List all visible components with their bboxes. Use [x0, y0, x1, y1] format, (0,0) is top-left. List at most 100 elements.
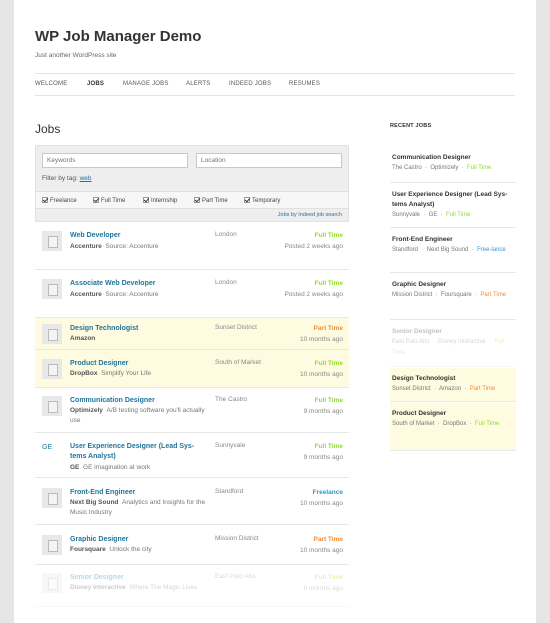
job-filters: Filter by tag: web Freelance Full Time I… [35, 145, 349, 222]
job-location: East Palo Alto [215, 573, 256, 580]
recent-job-title[interactable]: Communication Designer [392, 153, 514, 163]
tag-web-link[interactable]: web [80, 175, 92, 182]
recent-job-meta: The Castro · Optimizely · Full Time [392, 165, 492, 171]
job-meta: Full Time 9 months ago [304, 572, 343, 594]
company: DropBox Simplify Your Life [70, 370, 151, 377]
full-time-checkbox[interactable]: Full Time [93, 197, 125, 204]
job-type-filters: Freelance Full Time Internship Part Time… [36, 191, 348, 209]
company-logo-placeholder-icon [42, 231, 62, 251]
job-title[interactable]: Product Designer [70, 359, 128, 369]
job-title[interactable]: Associate Web Developer [70, 279, 155, 289]
job-listing[interactable]: Associate Web Developer Accenture Source… [35, 270, 349, 318]
job-meta: Full Time 9 months ago [304, 395, 343, 417]
recent-jobs-heading: RECENT JOBS [390, 123, 432, 129]
recent-job-title[interactable]: Product Designer [392, 409, 514, 419]
recent-job-item[interactable]: User Experience Designer (Lead Sys-tems … [390, 184, 516, 228]
job-date: Posted 2 weeks ago [284, 291, 343, 298]
job-listing[interactable]: Senior Designer Disney Interactive Where… [35, 565, 349, 607]
company-logo-placeholder-icon [42, 324, 62, 344]
job-title[interactable]: Communication Designer [70, 396, 155, 406]
job-location: London [215, 231, 237, 238]
company: Accenture Source: Accenture [70, 243, 159, 250]
nav-alerts[interactable]: ALERTS [186, 81, 210, 87]
recent-job-item-featured[interactable]: Design Technologist Sunset District · Am… [390, 368, 516, 402]
nav-resumes[interactable]: RESUMES [289, 81, 320, 87]
company: Next Big Sound Analytics and Insights fo… [70, 499, 206, 516]
job-date: 9 months ago [303, 585, 343, 592]
company: Optimizely A/B testing software you'll a… [70, 407, 205, 424]
job-title[interactable]: Senior Designer [70, 573, 124, 583]
main-nav: WELCOME JOBS MANAGE JOBS ALERTS INDEED J… [35, 73, 515, 96]
job-title[interactable]: Graphic Designer [70, 535, 128, 545]
recent-job-item[interactable]: Senior Designer East Palo Alto · Disney … [390, 321, 516, 367]
nav-welcome[interactable]: WELCOME [35, 81, 67, 87]
recent-job-title[interactable]: Senior Designer [392, 327, 514, 337]
recent-job-title[interactable]: Graphic Designer [392, 280, 514, 290]
job-type: Full Time [314, 280, 343, 287]
job-title[interactable]: Design Technologist [70, 324, 138, 334]
recent-job-item-featured[interactable]: Product Designer South of Market · DropB… [390, 403, 516, 451]
company-logo-text: GE [42, 444, 53, 451]
checkbox-checked-icon[interactable] [194, 197, 200, 203]
job-listing[interactable]: Communication Designer Optimizely A/B te… [35, 388, 349, 433]
job-title[interactable]: Front-End Engineer [70, 488, 135, 498]
checkbox-checked-icon[interactable] [93, 197, 99, 203]
job-date: 10 months ago [299, 500, 343, 507]
job-meta: Full Time 10 months ago [300, 358, 343, 380]
company: Foursquare Unlock the city [70, 546, 152, 553]
recent-job-meta: Standford · Next Big Sound · Free-lance [392, 247, 506, 253]
recent-job-item[interactable]: Front-End Engineer Standford · Next Big … [390, 229, 516, 273]
company: Accenture Source: Accenture [70, 291, 159, 298]
freelance-checkbox[interactable]: Freelance [42, 197, 77, 204]
job-type: Freelance [312, 489, 343, 496]
job-listing[interactable]: Front-End Engineer Next Big Sound Analyt… [35, 478, 349, 525]
job-location: Sunset District [215, 324, 257, 331]
location-input[interactable] [196, 153, 342, 168]
job-date: 10 months ago [299, 371, 343, 378]
job-listing-featured[interactable]: Design Technologist Amazon Sunset Distri… [35, 318, 349, 350]
job-listing[interactable]: Web Developer Accenture Source: Accentur… [35, 222, 349, 270]
job-listings: Web Developer Accenture Source: Accentur… [35, 222, 349, 607]
indeed-jobs-link[interactable]: Jobs by Indeed job search [278, 212, 342, 218]
recent-job-meta: East Palo Alto · Disney Interactive · Fu… [392, 339, 505, 356]
tag-filter: Filter by tag: web [42, 175, 92, 182]
job-listing[interactable]: Graphic Designer Foursquare Unlock the c… [35, 525, 349, 565]
job-date: 10 months ago [299, 547, 343, 554]
job-listing-featured[interactable]: Product Designer DropBox Simplify Your L… [35, 350, 349, 388]
checkbox-checked-icon[interactable] [42, 197, 48, 203]
job-type: Full Time [314, 397, 343, 404]
site-description: Just another WordPress site [35, 52, 117, 59]
site-title[interactable]: WP Job Manager Demo [35, 28, 201, 45]
nav-jobs[interactable]: JOBS [87, 81, 104, 87]
nav-indeed-jobs[interactable]: INDEED JOBS [229, 81, 271, 87]
recent-job-item[interactable]: Graphic Designer Mission District · Four… [390, 274, 516, 320]
tag-filter-label: Filter by tag: [42, 175, 78, 182]
company-logo-placeholder-icon [42, 488, 62, 508]
checkbox-checked-icon[interactable] [143, 197, 149, 203]
page: WP Job Manager Demo Just another WordPre… [14, 0, 536, 623]
part-time-checkbox[interactable]: Part Time [194, 197, 228, 204]
job-title[interactable]: Web Developer [70, 231, 120, 241]
job-title[interactable]: User Experience Designer (Lead Sys-tems … [70, 442, 205, 462]
recent-job-item[interactable]: Communication Designer The Castro · Opti… [390, 147, 516, 183]
company: Disney Interactive Where The Magic Lives [70, 584, 198, 591]
company-logo-placeholder-icon [42, 573, 62, 593]
company-logo-placeholder-icon [42, 535, 62, 555]
job-type: Part Time [313, 325, 343, 332]
company-logo-placeholder-icon [42, 396, 62, 416]
internship-checkbox[interactable]: Internship [143, 197, 177, 204]
job-meta: Full Time 9 months ago [304, 441, 343, 463]
company-logo-placeholder-icon [42, 279, 62, 299]
job-listing[interactable]: GE User Experience Designer (Lead Sys-te… [35, 433, 349, 478]
checkbox-checked-icon[interactable] [244, 197, 250, 203]
recent-job-title[interactable]: Front-End Engineer [392, 235, 514, 245]
keywords-input[interactable] [42, 153, 188, 168]
temporary-checkbox[interactable]: Temporary [244, 197, 280, 204]
job-type: Part Time [313, 536, 343, 543]
job-date: 10 months ago [299, 336, 343, 343]
job-location: London [215, 279, 237, 286]
nav-manage-jobs[interactable]: MANAGE JOBS [123, 81, 169, 87]
recent-job-title[interactable]: User Experience Designer (Lead Sys-tems … [392, 190, 514, 210]
recent-job-title[interactable]: Design Technologist [392, 374, 514, 384]
job-meta: Full Time Posted 2 weeks ago [281, 230, 343, 252]
